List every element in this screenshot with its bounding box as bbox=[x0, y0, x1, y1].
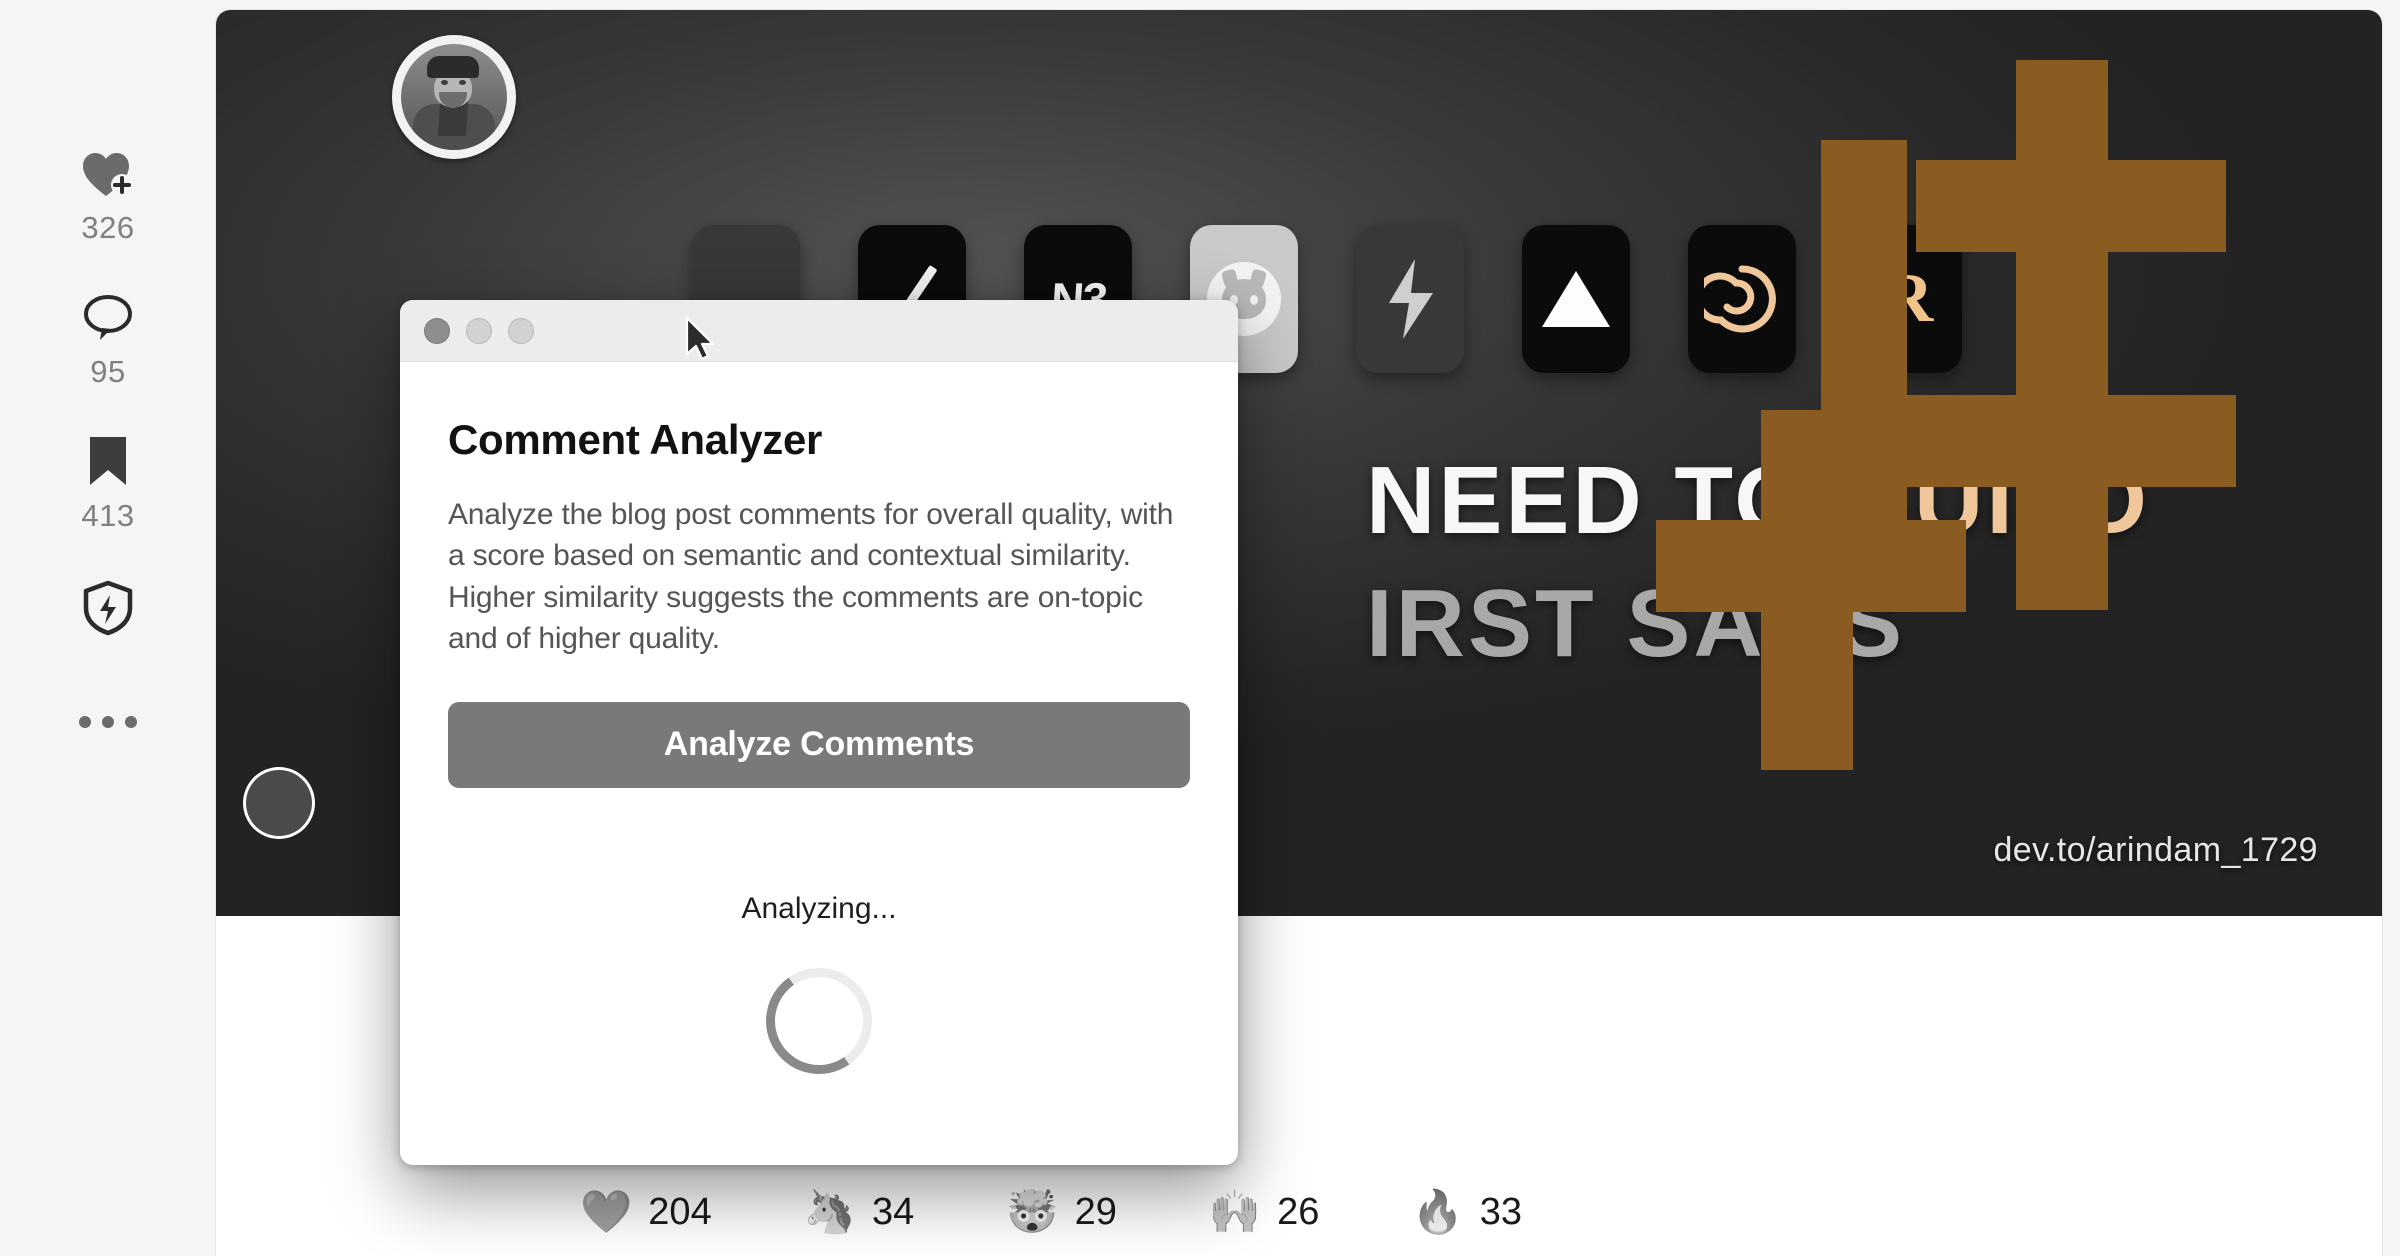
shield-bolt-icon[interactable] bbox=[81, 580, 135, 636]
page-root: 326 95 413 N3 R NEED TO BUILD IRST SAAS … bbox=[0, 0, 2400, 1256]
reaction-mind-blown-count: 29 bbox=[1074, 1190, 1117, 1233]
cover-tile-supabase bbox=[1356, 225, 1464, 373]
zoom-icon[interactable] bbox=[508, 317, 534, 344]
comment-analyzer-window: Comment Analyzer Analyze the blog post c… bbox=[400, 300, 1238, 1165]
reaction-mind-blown[interactable]: 🤯 29 bbox=[1006, 1191, 1117, 1234]
bookmark-icon[interactable] bbox=[85, 434, 131, 488]
comments-count: 95 bbox=[90, 354, 126, 389]
reaction-raised-hands-count: 26 bbox=[1277, 1190, 1320, 1233]
reaction-mind-blown-icon: 🤯 bbox=[1006, 1188, 1059, 1235]
page-title: Comment Analyzer bbox=[448, 416, 823, 463]
status-text: Analyzing... bbox=[741, 891, 897, 925]
reaction-heart-count: 204 bbox=[648, 1190, 712, 1233]
window-titlebar[interactable] bbox=[400, 300, 1238, 362]
cover-accent-cross-4 bbox=[1906, 280, 2236, 610]
heart-plus-icon[interactable] bbox=[80, 148, 136, 200]
triangle-icon bbox=[1542, 271, 1610, 327]
reactions-count: 326 bbox=[81, 210, 135, 245]
rail-item-bookmarks[interactable]: 413 bbox=[0, 434, 216, 534]
window-body: Comment Analyzer Analyze the blog post c… bbox=[400, 362, 1238, 1082]
rail-item-boost[interactable] bbox=[0, 580, 216, 636]
close-icon[interactable] bbox=[424, 317, 450, 344]
bolt-icon bbox=[1389, 259, 1433, 339]
comment-icon[interactable] bbox=[81, 292, 135, 344]
reaction-unicorn-count: 34 bbox=[872, 1190, 915, 1233]
reaction-heart-icon: 🧡 bbox=[580, 1188, 633, 1235]
reaction-raised-hands[interactable]: 🙌 26 bbox=[1209, 1191, 1320, 1234]
reaction-fire-icon: 🔥 bbox=[1411, 1188, 1464, 1235]
avatar-photo bbox=[401, 44, 507, 150]
comment-author-avatar[interactable] bbox=[246, 770, 312, 836]
rail-item-reactions[interactable]: 326 bbox=[0, 148, 216, 246]
bookmarks-count: 413 bbox=[81, 498, 135, 533]
analyze-comments-button[interactable]: Analyze Comments bbox=[448, 701, 1190, 788]
reaction-bar: 🧡 204 🦄 34 🤯 29 🙌 26 🔥 33 bbox=[216, 1158, 2382, 1256]
avatar[interactable] bbox=[392, 35, 516, 159]
reaction-raised-hands-icon: 🙌 bbox=[1208, 1188, 1262, 1235]
modal-description: Analyze the blog post comments for overa… bbox=[448, 498, 1174, 656]
cover-handle: dev.to/arindam_1729 bbox=[1993, 831, 2318, 869]
minimize-icon[interactable] bbox=[466, 317, 492, 344]
rail-item-more[interactable] bbox=[0, 714, 216, 730]
reaction-heart[interactable]: 🧡 204 bbox=[580, 1191, 712, 1234]
reaction-fire-count: 33 bbox=[1479, 1190, 1523, 1233]
cover-tile-vercel bbox=[1522, 225, 1630, 373]
reaction-unicorn[interactable]: 🦄 34 bbox=[804, 1191, 915, 1234]
reaction-unicorn-icon: 🦄 bbox=[803, 1188, 856, 1235]
reaction-fire[interactable]: 🔥 33 bbox=[1411, 1191, 1522, 1234]
rail-item-comments[interactable]: 95 bbox=[0, 292, 216, 390]
more-options-icon[interactable] bbox=[77, 714, 139, 730]
loading-spinner bbox=[757, 959, 881, 1082]
article-action-rail: 326 95 413 bbox=[0, 0, 216, 1256]
